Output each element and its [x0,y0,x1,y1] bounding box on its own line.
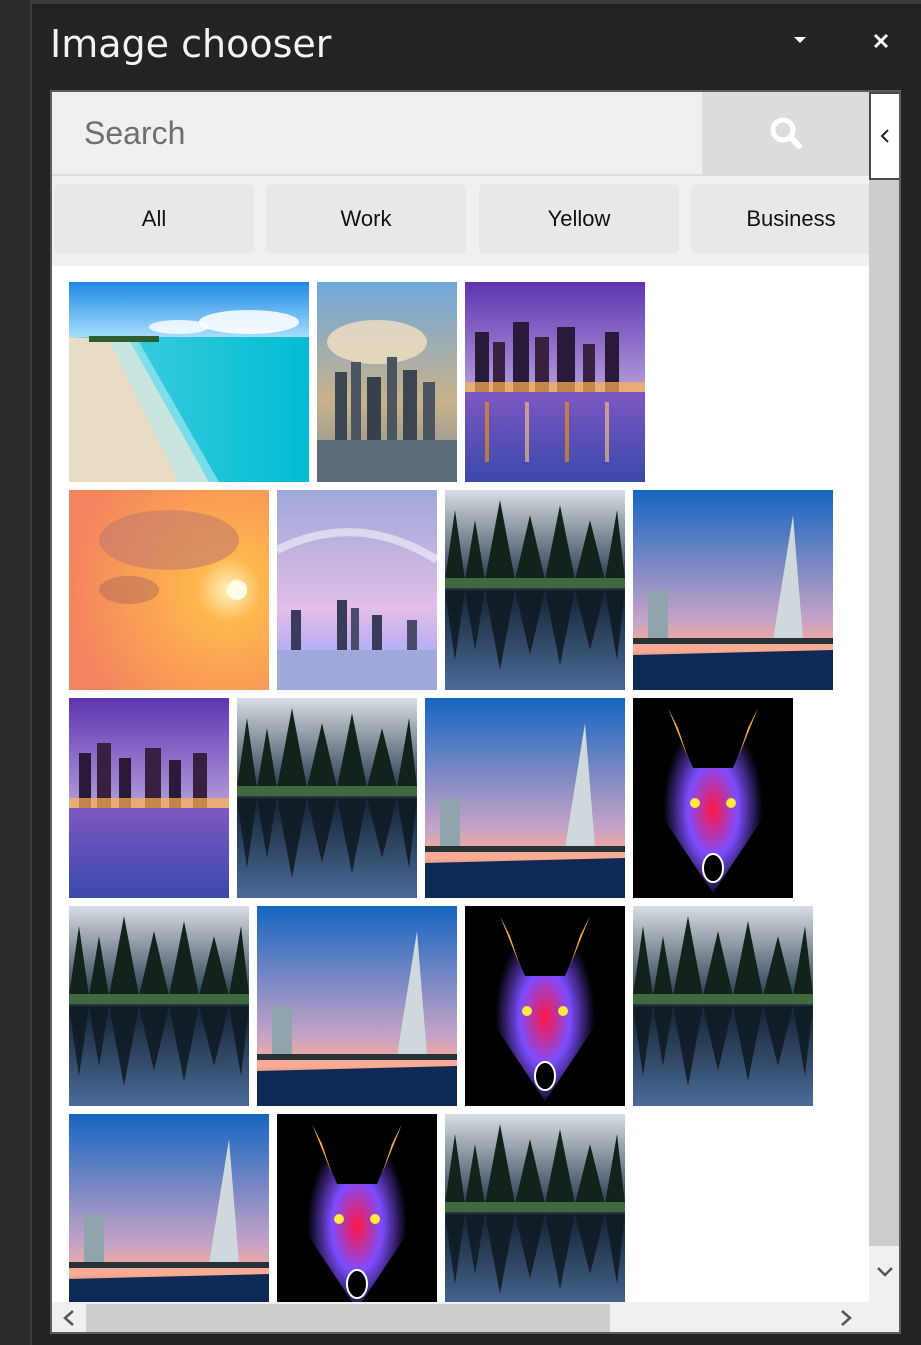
image-chooser-panel: All Work Yellow Business [50,90,901,1334]
scroll-left-button[interactable] [52,1302,86,1332]
filter-tabs: All Work Yellow Business [52,176,869,266]
image-thumbnail-forest-lake[interactable] [445,1114,625,1302]
host-left-edge [0,0,30,1345]
scroll-down-button[interactable] [869,1244,899,1300]
vertical-scrollbar[interactable] [869,180,899,1302]
image-thumbnail-city-pink-sky[interactable] [277,490,437,690]
chevron-down-icon [877,1267,893,1277]
search-input[interactable] [52,92,702,174]
filter-label: Yellow [547,206,611,231]
caret-down-icon [794,37,806,43]
image-thumbnail-neon-wolf[interactable] [465,906,625,1106]
image-thumbnail-sunset[interactable] [69,490,269,690]
scrollbar-corner [869,1302,899,1332]
image-thumbnail-forest-lake[interactable] [69,906,249,1106]
collapse-pane-button[interactable] [869,92,899,180]
pane-title: Image chooser [50,22,332,66]
filter-all[interactable]: All [54,184,254,254]
filter-business[interactable]: Business [691,184,869,254]
search-bar [52,92,869,176]
image-thumbnail-burj-al-arab[interactable] [425,698,625,898]
close-button[interactable] [868,28,894,54]
filter-label: Business [746,206,836,231]
filter-label: Work [340,206,392,231]
image-thumbnail-forest-lake[interactable] [237,698,417,898]
pane-menu-button[interactable] [788,28,812,52]
filter-yellow[interactable]: Yellow [479,184,679,254]
image-thumbnail-burj-al-arab[interactable] [257,906,457,1106]
horizontal-scroll-thumb[interactable] [86,1304,610,1332]
image-thumbnail-neon-wolf[interactable] [633,698,793,898]
vertical-scroll-thumb[interactable] [869,180,899,1246]
search-icon [770,117,802,149]
image-thumbnail-burj-al-arab[interactable] [69,1114,269,1302]
image-thumbnail-forest-lake[interactable] [445,490,625,690]
horizontal-scrollbar[interactable] [52,1302,869,1332]
close-icon [873,33,889,49]
image-thumbnail-burj-al-arab[interactable] [633,490,833,690]
image-thumbnail-city-night[interactable] [465,282,645,482]
image-thumbnail-beach[interactable] [69,282,309,482]
image-thumbnail-forest-lake[interactable] [633,906,813,1106]
image-thumbnail-neon-wolf[interactable] [277,1114,437,1302]
chevron-right-icon [841,1310,852,1326]
filter-label: All [141,206,167,231]
host-divider [30,0,32,1345]
scroll-right-button[interactable] [829,1302,863,1332]
chevron-left-icon [880,129,889,143]
image-thumbnail-city-clouds[interactable] [317,282,457,482]
chevron-left-icon [63,1310,74,1326]
search-button[interactable] [702,92,869,174]
image-thumbnail-city-night[interactable] [69,698,229,898]
window-top-edge [0,0,921,4]
image-grid [52,266,869,1302]
filter-work[interactable]: Work [266,184,466,254]
